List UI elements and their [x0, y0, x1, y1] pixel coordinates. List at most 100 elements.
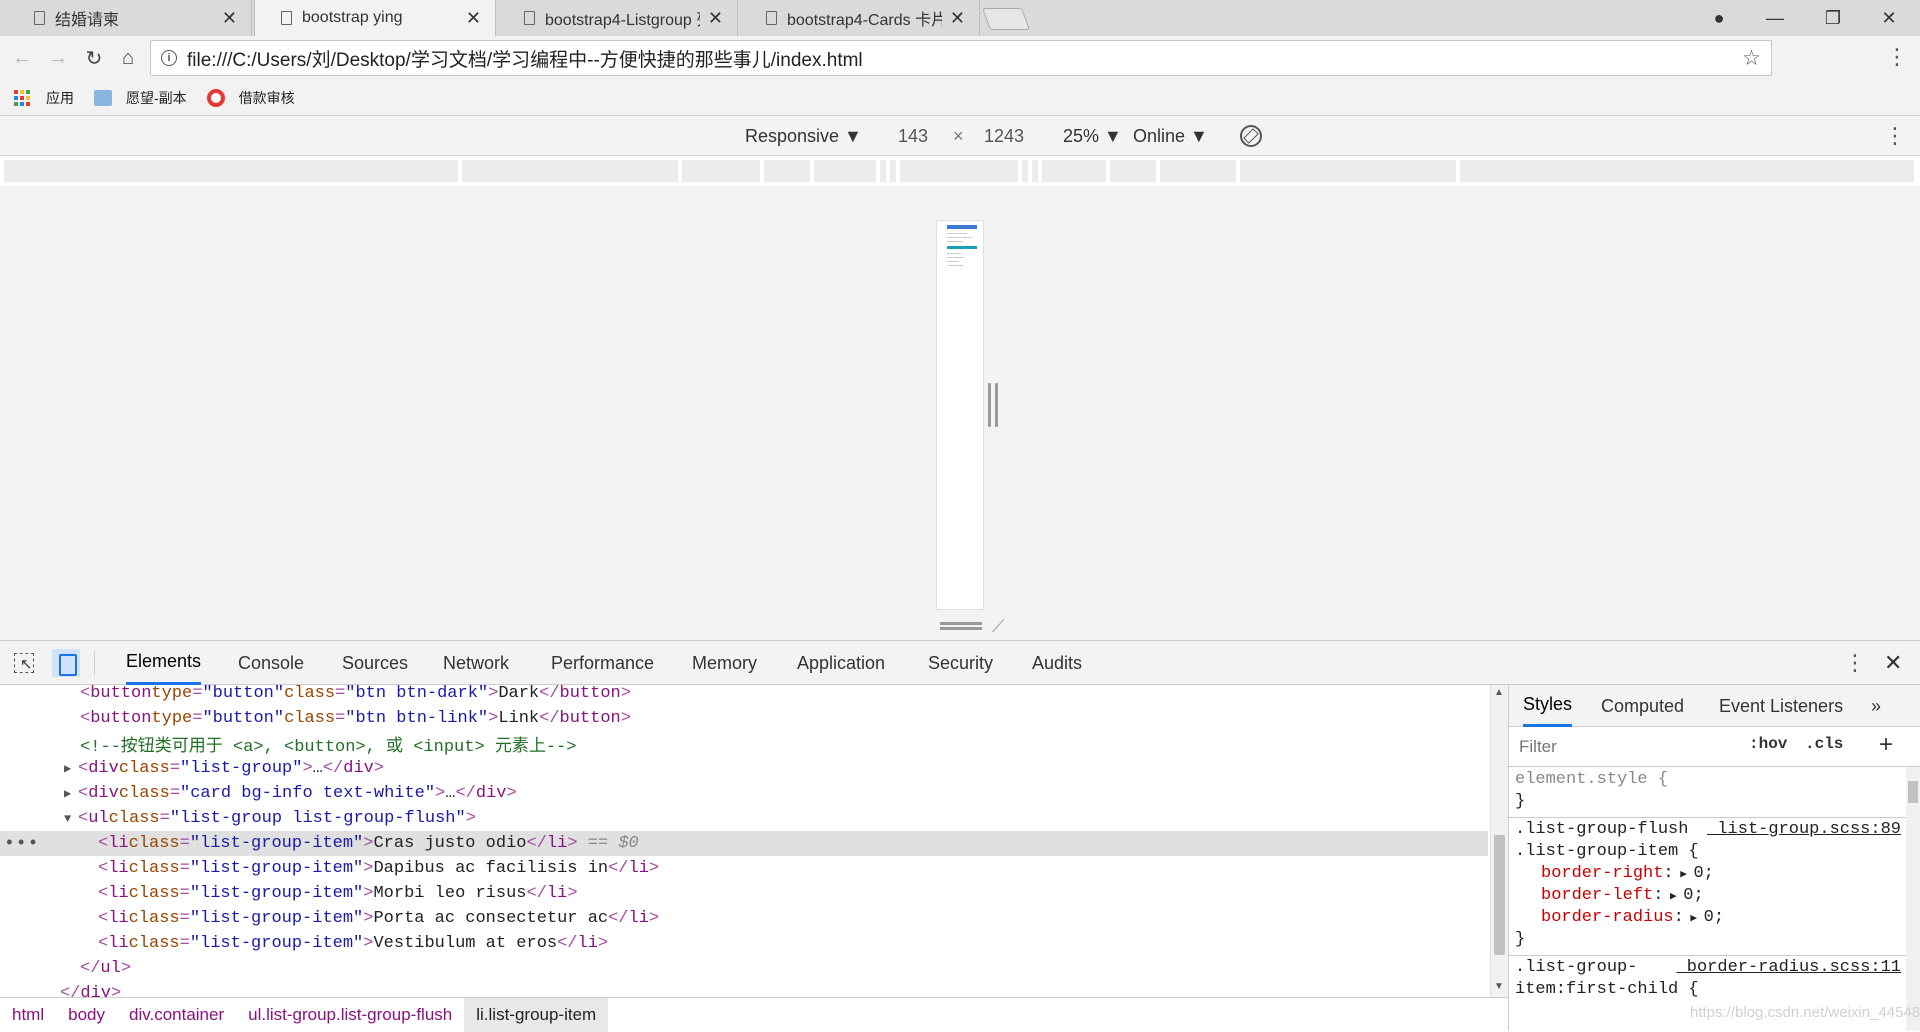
media-query-segment[interactable]	[900, 160, 1020, 182]
expand-triangle-icon[interactable]: ▶	[64, 761, 78, 776]
tab-security[interactable]: Security	[928, 641, 993, 685]
dom-node-div-card[interactable]: ▶ < div class = "card bg-info text-white" >… <…	[0, 781, 1488, 806]
media-query-segment[interactable]	[1110, 160, 1158, 182]
media-query-segment[interactable]	[1022, 160, 1030, 182]
dom-node-li[interactable]: < li class = "list-group-item" > Vestibulum a…	[0, 931, 1488, 956]
tab-audits[interactable]: Audits	[1032, 641, 1082, 685]
dom-node-div-list-group[interactable]: ▶ < div class = "list-group" >… </div >	[0, 756, 1488, 781]
maximize-button[interactable]: ❐	[1806, 0, 1860, 36]
close-icon[interactable]: ✕	[466, 8, 481, 29]
element-style-rule[interactable]: element.style {	[1515, 769, 1909, 791]
network-throttle-dropdown[interactable]: Online ▼	[1133, 116, 1208, 156]
info-icon[interactable]: i	[161, 50, 177, 66]
devtools-more-icon[interactable]: ⋮	[1844, 641, 1866, 685]
class-toggle[interactable]: .cls	[1805, 735, 1843, 753]
tab-console[interactable]: Console	[238, 641, 304, 685]
tab-wedding[interactable]: 结婚请柬 ✕	[8, 0, 252, 36]
reload-icon[interactable]: ↻	[80, 44, 108, 72]
chrome-menu-icon[interactable]: ⋮	[1886, 44, 1908, 70]
media-query-segment[interactable]	[682, 160, 762, 182]
scrollbar-thumb[interactable]	[1494, 835, 1505, 955]
media-query-segment[interactable]	[880, 160, 888, 182]
tab-listgroup[interactable]: bootstrap4-Listgroup 列表组 ✕	[498, 0, 738, 36]
toggle-device-icon[interactable]	[52, 649, 80, 677]
tab-performance[interactable]: Performance	[551, 641, 654, 685]
back-arrow-icon[interactable]: ←	[8, 44, 36, 72]
hover-state-toggle[interactable]: :hov	[1749, 735, 1787, 753]
rule-selector[interactable]: .list-group-flush _list-group.scss:89	[1515, 819, 1909, 841]
dom-node-comment[interactable]: <!--按钮类可用于 <a>, <button>, 或 <input> 元素上-…	[0, 731, 1488, 757]
tab-bootstrap-ying[interactable]: bootstrap ying ✕	[254, 0, 496, 36]
more-tabs-icon[interactable]: »	[1871, 685, 1881, 727]
bookmark-wish-copy[interactable]: 愿望-副本	[94, 88, 187, 108]
width-input[interactable]: 143	[898, 116, 928, 156]
rule-selector[interactable]: .list-group- _border-radius.scss:11	[1515, 957, 1909, 979]
crumb-body[interactable]: body	[56, 998, 117, 1032]
tab-memory[interactable]: Memory	[692, 641, 757, 685]
scroll-up-icon[interactable]: ▲	[1494, 687, 1504, 698]
more-dots-icon[interactable]: •••	[4, 834, 39, 854]
dom-node-li-selected[interactable]: ••• < li class = "list-group-item" > Cras just…	[0, 831, 1488, 856]
styles-filter-input[interactable]	[1515, 733, 1739, 761]
inspect-element-icon[interactable]	[14, 653, 34, 673]
media-query-segment[interactable]	[764, 160, 812, 182]
crumb-li[interactable]: li.list-group-item	[464, 997, 609, 1032]
resize-handle-bottom[interactable]	[940, 622, 982, 630]
crumb-html[interactable]: html	[0, 998, 56, 1032]
crumb-div-container[interactable]: div.container	[117, 998, 236, 1032]
tab-elements[interactable]: Elements	[126, 641, 202, 685]
source-link[interactable]: _list-group.scss:89	[1707, 819, 1901, 841]
dom-node-ul-close[interactable]: </ul >	[0, 956, 1488, 981]
profile-icon[interactable]: ●	[1692, 0, 1746, 36]
scroll-down-icon[interactable]: ▼	[1494, 981, 1504, 992]
rule-selector[interactable]: item:first-child {	[1515, 979, 1909, 1001]
dom-node-li[interactable]: < li class = "list-group-item" > Morbi leo ri…	[0, 881, 1488, 906]
dom-node-ul[interactable]: ▼ < ul class = "list-group list-group-flush"…	[0, 806, 1488, 831]
tab-styles[interactable]: Styles	[1523, 685, 1573, 727]
crumb-ul[interactable]: ul.list-group.list-group-flush	[236, 998, 464, 1032]
height-input[interactable]: 1243	[984, 116, 1024, 156]
close-icon[interactable]: ✕	[950, 8, 965, 29]
source-link[interactable]: _border-radius.scss:11	[1677, 957, 1901, 979]
dom-node-div-close[interactable]: </div >	[0, 981, 1488, 997]
device-preview[interactable]	[937, 221, 983, 609]
new-rule-plus-icon[interactable]: +	[1879, 731, 1893, 759]
dom-node-button-dark[interactable]: < button type = "button" class = "btn btn-dar…	[0, 685, 1488, 706]
url-text[interactable]: file:///C:/Users/刘/Desktop/学习文档/学习编程中--方…	[187, 45, 863, 72]
tab-computed[interactable]: Computed	[1601, 685, 1684, 727]
bookmark-star-icon[interactable]: ☆	[1742, 46, 1761, 71]
collapse-triangle-icon[interactable]: ▼	[64, 812, 78, 826]
css-property[interactable]: border-right: ▶ 0;	[1515, 863, 1909, 886]
device-more-icon[interactable]: ⋮	[1884, 116, 1906, 156]
elements-scrollbar[interactable]: ▲ ▼	[1490, 685, 1508, 997]
resize-handle-right[interactable]	[988, 383, 998, 427]
media-query-segment[interactable]	[1042, 160, 1108, 182]
tab-cards[interactable]: bootstrap4-Cards 卡片 ✕	[740, 0, 980, 36]
expand-triangle-icon[interactable]: ▶	[64, 786, 78, 801]
media-query-segment[interactable]	[1032, 160, 1040, 182]
bookmark-loan-review[interactable]: 借款审核	[206, 88, 295, 108]
media-query-segment[interactable]	[814, 160, 878, 182]
media-query-segment[interactable]	[890, 160, 898, 182]
responsive-dropdown[interactable]: Responsive ▼	[745, 116, 862, 156]
media-query-segment[interactable]	[1160, 160, 1238, 182]
zoom-dropdown[interactable]: 25% ▼	[1063, 116, 1122, 156]
tab-application[interactable]: Application	[797, 641, 885, 685]
resize-corner-icon[interactable]: ⟋	[992, 616, 1005, 637]
dom-node-li[interactable]: < li class = "list-group-item" > Porta ac con…	[0, 906, 1488, 931]
media-query-segment[interactable]	[4, 160, 460, 182]
css-property[interactable]: border-radius: ▶ 0;	[1515, 907, 1909, 930]
media-query-segment[interactable]	[1460, 160, 1916, 182]
new-tab-button[interactable]	[981, 8, 1031, 30]
media-query-segment[interactable]	[462, 160, 680, 182]
dom-node-li[interactable]: < li class = "list-group-item" > Dapibus ac f…	[0, 856, 1488, 881]
media-query-segment[interactable]	[1240, 160, 1458, 182]
styles-scrollbar[interactable]	[1906, 767, 1920, 1031]
address-bar[interactable]: i file:///C:/Users/刘/Desktop/学习文档/学习编程中-…	[150, 40, 1772, 76]
scrollbar-thumb[interactable]	[1908, 781, 1918, 803]
bookmark-apps[interactable]: 应用	[14, 88, 74, 108]
home-icon[interactable]: ⌂	[114, 44, 142, 72]
minimize-button[interactable]: —	[1748, 0, 1802, 36]
close-window-button[interactable]: ✕	[1862, 0, 1916, 36]
tab-event-listeners[interactable]: Event Listeners	[1719, 685, 1843, 727]
